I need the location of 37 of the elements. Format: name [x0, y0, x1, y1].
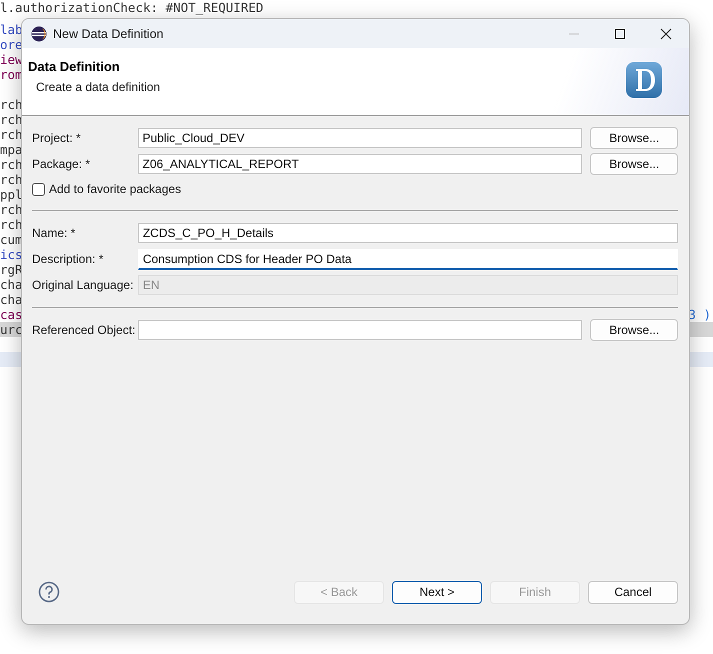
help-icon[interactable] [38, 581, 60, 603]
code-text: lab [0, 22, 23, 37]
page-title: Data Definition [28, 59, 121, 74]
checkbox-label: Add to favorite packages [49, 182, 182, 196]
eclipse-logo-icon [31, 26, 47, 42]
input-field[interactable]: Z06_ANALYTICAL_REPORT [138, 154, 582, 174]
code-text: mpa [0, 142, 23, 157]
page-subtitle: Create a data definition [36, 80, 160, 94]
field-label: Package: * [32, 157, 92, 171]
code-text: cha [0, 292, 23, 307]
code-text: cha [0, 277, 23, 292]
field-label: Original Language: [32, 278, 134, 292]
code-text: l.authorizationCheck: #NOT_REQUIRED [0, 0, 264, 15]
field-label: Referenced Object: [32, 323, 136, 337]
code-text: rgR [0, 262, 23, 277]
input-field[interactable]: Public_Cloud_DEV [138, 128, 582, 148]
field-label: Project: * [32, 131, 82, 145]
input-field[interactable] [138, 320, 582, 340]
data-definition-logo-icon [625, 61, 663, 101]
window-title: New Data Definition [53, 26, 164, 40]
maximize-icon [614, 28, 626, 40]
input-field[interactable]: ZCDS_C_PO_H_Details [138, 223, 678, 243]
wizard-button[interactable]: Next > [392, 580, 482, 604]
wizard-button[interactable]: Cancel [588, 580, 678, 604]
code-text: urc [0, 322, 23, 337]
field-label: Description: * [32, 252, 104, 266]
code-text: ppl [0, 187, 23, 202]
code-text: cas [0, 307, 23, 322]
close-icon [660, 28, 672, 40]
code-text: ore [0, 37, 23, 52]
input-field[interactable]: Consumption CDS for Header PO Data [138, 248, 678, 270]
code-text: ics [0, 247, 23, 262]
favorite-checkbox[interactable] [32, 182, 45, 196]
browse-button[interactable]: Browse... [590, 319, 678, 341]
browse-button[interactable]: Browse... [590, 127, 678, 149]
field-label: Name: * [32, 226, 76, 240]
browse-button[interactable]: Browse... [590, 153, 678, 175]
